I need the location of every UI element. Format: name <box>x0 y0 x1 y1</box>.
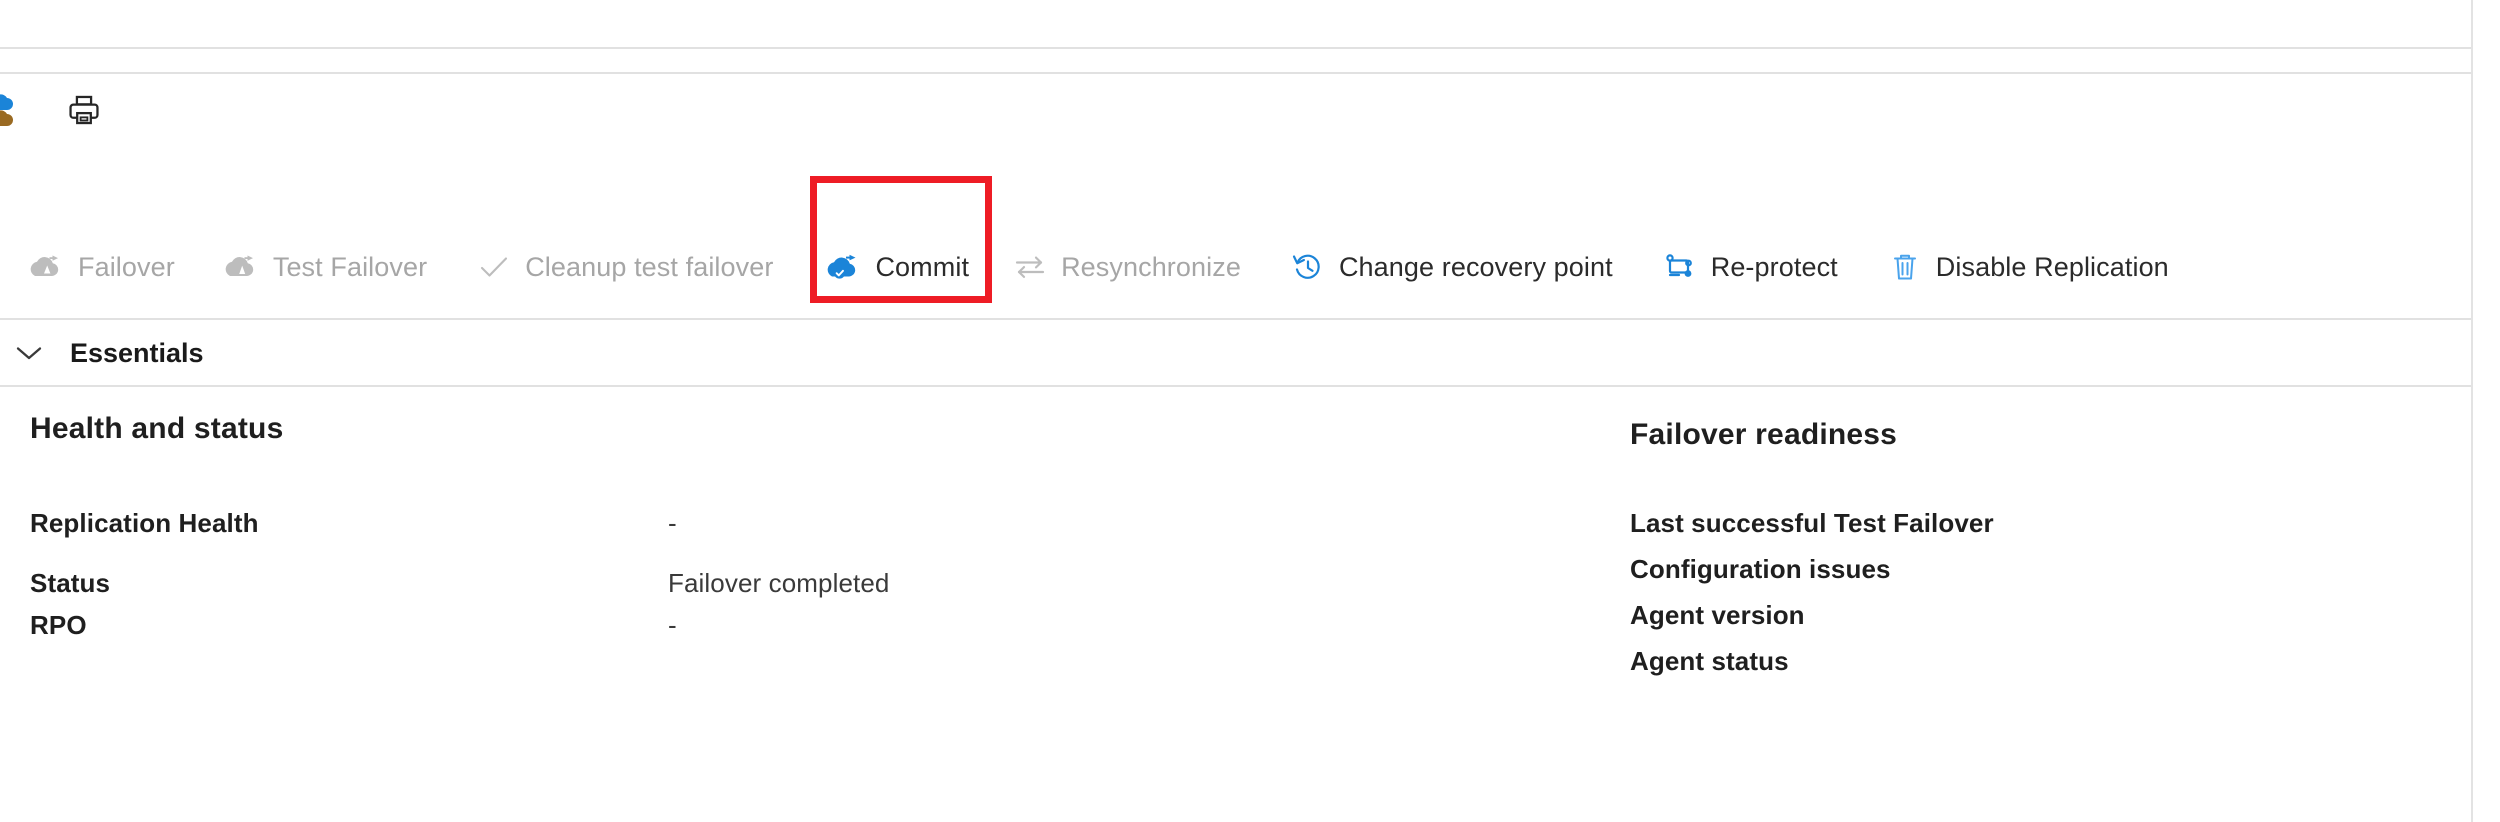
resynchronize-button[interactable]: Resynchronize <box>999 238 1255 296</box>
rpo-label: RPO <box>30 610 87 640</box>
window-command-strip <box>0 74 2471 146</box>
configuration-issues-label: Configuration issues <box>1630 554 1891 584</box>
cloud-commit-check-icon <box>827 250 861 284</box>
detail-row: Replication Health - <box>30 508 1590 539</box>
agent-version-label: Agent version <box>1630 600 1805 630</box>
divider-below-essentials <box>0 385 2471 387</box>
cloud-failover-icon <box>30 250 64 284</box>
rpo-value: - <box>668 610 677 640</box>
detail-row: Configuration issues <box>1630 554 2430 585</box>
cleanup-test-failover-button[interactable]: Cleanup test failover <box>463 238 787 296</box>
re-protect-label: Re-protect <box>1710 251 1838 282</box>
replication-health-value: - <box>668 508 677 538</box>
divider-top-1 <box>0 47 2471 49</box>
chevron-down-icon <box>12 336 46 370</box>
detail-row: Agent version <box>1630 600 2430 631</box>
agent-status-label: Agent status <box>1630 646 1789 676</box>
last-successful-test-failover-label: Last successful Test Failover <box>1630 508 1994 538</box>
essentials-details: Health and status Replication Health - S… <box>0 390 2471 820</box>
detail-row: Agent status <box>1630 646 2430 677</box>
status-value: Failover completed <box>668 568 890 598</box>
change-recovery-point-button[interactable]: Change recovery point <box>1277 238 1627 296</box>
checkmark-icon <box>477 250 511 284</box>
detail-row: Status Failover completed <box>30 568 1590 599</box>
app-screen: Failover Test Failover Cleanup test fail… <box>0 0 2500 822</box>
detail-row: RPO - <box>30 610 1590 641</box>
detail-row: Last successful Test Failover <box>1630 508 2430 539</box>
failover-readiness-title: Failover readiness <box>1630 418 1898 451</box>
replication-action-toolbar: Failover Test Failover Cleanup test fail… <box>0 176 2471 312</box>
commit-button[interactable]: Commit <box>810 176 993 303</box>
commit-label: Commit <box>875 251 970 282</box>
cloud-partial-icon <box>0 90 16 130</box>
disable-replication-button[interactable]: Disable Replication <box>1874 238 2183 296</box>
re-protect-button[interactable]: Re-protect <box>1649 238 1852 296</box>
resynchronize-label: Resynchronize <box>1061 251 1241 282</box>
status-label: Status <box>30 568 111 598</box>
replication-health-label: Replication Health <box>30 508 259 538</box>
change-recovery-point-label: Change recovery point <box>1338 251 1613 282</box>
failover-label: Failover <box>78 251 175 282</box>
essentials-label: Essentials <box>70 337 204 368</box>
trash-icon <box>1888 250 1922 284</box>
essentials-toggle[interactable]: Essentials <box>0 324 204 382</box>
sync-arrows-icon <box>1013 250 1047 284</box>
cloud-test-failover-icon <box>225 250 259 284</box>
test-failover-button[interactable]: Test Failover <box>211 238 441 296</box>
printer-icon[interactable] <box>60 88 108 132</box>
test-failover-label: Test Failover <box>272 251 428 282</box>
failover-button[interactable]: Failover <box>16 238 189 296</box>
disable-replication-label: Disable Replication <box>1935 251 2169 282</box>
clock-history-icon <box>1291 250 1325 284</box>
cleanup-test-failover-label: Cleanup test failover <box>525 251 774 282</box>
divider-above-essentials <box>0 318 2471 320</box>
health-and-status-title: Health and status <box>30 412 284 445</box>
re-protect-icon <box>1663 250 1697 284</box>
